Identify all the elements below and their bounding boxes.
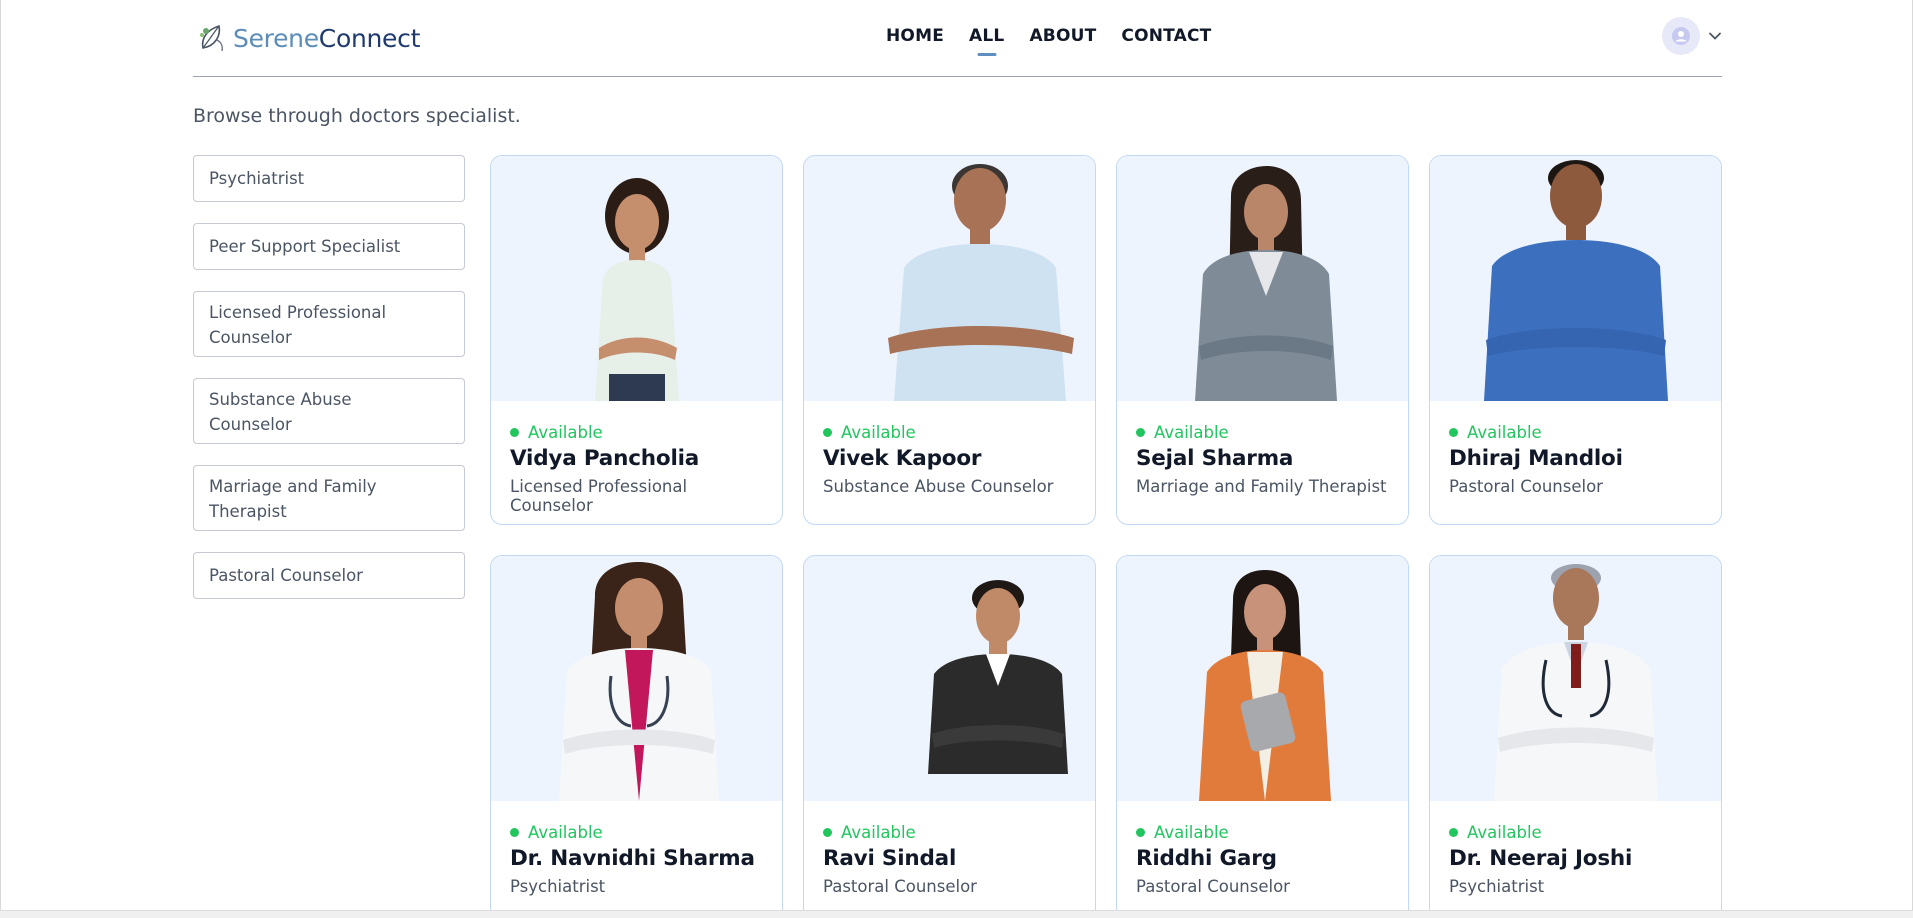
status-label: Available xyxy=(528,423,603,442)
site-logo[interactable]: SereneConnect xyxy=(197,22,420,54)
user-avatar-icon[interactable] xyxy=(1662,17,1700,55)
availability-status: Available xyxy=(823,823,1076,842)
status-dot-icon xyxy=(1136,828,1145,837)
brand-name-part2: Connect xyxy=(318,23,421,53)
doctor-photo xyxy=(804,156,1095,401)
status-label: Available xyxy=(1154,823,1229,842)
nav-about[interactable]: ABOUT xyxy=(1029,26,1096,46)
doctor-speciality: Substance Abuse Counselor xyxy=(823,477,1054,496)
status-label: Available xyxy=(841,823,916,842)
doctor-name: Dr. Neeraj Joshi xyxy=(1449,846,1633,871)
speciality-filters: Psychiatrist Peer Support Specialist Lic… xyxy=(193,155,465,620)
doctor-speciality: Pastoral Counselor xyxy=(823,877,977,896)
filter-pastoral-counselor[interactable]: Pastoral Counselor xyxy=(193,552,465,599)
doctor-speciality: Marriage and Family Therapist xyxy=(1136,477,1387,496)
doctor-name: Vidya Pancholia xyxy=(510,446,700,471)
status-label: Available xyxy=(1154,423,1229,442)
main-nav: HOME ALL ABOUT CONTACT xyxy=(886,26,1211,46)
doctor-card[interactable]: Available Vivek Kapoor Substance Abuse C… xyxy=(803,155,1096,525)
top-navbar: SereneConnect HOME ALL ABOUT CONTACT xyxy=(193,0,1722,77)
status-dot-icon xyxy=(1449,828,1458,837)
status-dot-icon xyxy=(823,428,832,437)
status-dot-icon xyxy=(823,828,832,837)
status-label: Available xyxy=(1467,423,1542,442)
doctor-photo xyxy=(491,556,782,801)
doctor-name: Vivek Kapoor xyxy=(823,446,982,471)
status-label: Available xyxy=(841,423,916,442)
doctor-card[interactable]: Available Ravi Sindal Pastoral Counselor xyxy=(803,555,1096,918)
doctor-card[interactable]: Available Dr. Neeraj Joshi Psychiatrist xyxy=(1429,555,1722,918)
brand-name-part1: Serene xyxy=(233,23,319,53)
doctor-name: Riddhi Garg xyxy=(1136,846,1277,871)
doctor-name: Sejal Sharma xyxy=(1136,446,1294,471)
nav-home[interactable]: HOME xyxy=(886,26,944,46)
brand-name: SereneConnect xyxy=(233,24,420,53)
doctor-name: Dhiraj Mandloi xyxy=(1449,446,1623,471)
status-label: Available xyxy=(528,823,603,842)
availability-status: Available xyxy=(1136,823,1389,842)
doctor-card[interactable]: Available Dhiraj Mandloi Pastoral Counse… xyxy=(1429,155,1722,525)
availability-status: Available xyxy=(510,423,763,442)
availability-status: Available xyxy=(1449,823,1702,842)
doctor-name: Ravi Sindal xyxy=(823,846,957,871)
doctor-speciality: Psychiatrist xyxy=(1449,877,1545,896)
filter-psychiatrist[interactable]: Psychiatrist xyxy=(193,155,465,202)
doctor-photo xyxy=(1117,156,1408,401)
doctor-speciality: Pastoral Counselor xyxy=(1449,477,1603,496)
availability-status: Available xyxy=(1136,423,1389,442)
filter-licensed-professional-counselor[interactable]: Licensed Professional Counselor xyxy=(193,291,465,357)
doctor-photo xyxy=(1117,556,1408,801)
status-dot-icon xyxy=(1136,428,1145,437)
doctor-card[interactable]: Available Sejal Sharma Marriage and Fami… xyxy=(1116,155,1409,525)
doctor-card[interactable]: Available Vidya Pancholia Licensed Profe… xyxy=(490,155,783,525)
status-dot-icon xyxy=(1449,428,1458,437)
availability-status: Available xyxy=(510,823,763,842)
page-subtitle: Browse through doctors specialist. xyxy=(193,105,521,127)
doctors-grid: Available Vidya Pancholia Licensed Profe… xyxy=(490,155,1722,918)
status-dot-icon xyxy=(510,428,519,437)
availability-status: Available xyxy=(823,423,1076,442)
window-bottom-edge xyxy=(0,910,1913,918)
nav-contact[interactable]: CONTACT xyxy=(1121,26,1211,46)
doctor-photo xyxy=(804,556,1095,801)
doctor-card[interactable]: Available Dr. Navnidhi Sharma Psychiatri… xyxy=(490,555,783,918)
doctor-photo xyxy=(1430,156,1721,401)
status-dot-icon xyxy=(510,828,519,837)
doctor-speciality: Licensed Professional Counselor xyxy=(510,477,688,515)
doctor-photo xyxy=(1430,556,1721,801)
leaf-logo-icon xyxy=(200,24,223,52)
status-label: Available xyxy=(1467,823,1542,842)
profile-menu[interactable] xyxy=(1662,17,1722,55)
availability-status: Available xyxy=(1449,423,1702,442)
doctor-card[interactable]: Available Riddhi Garg Pastoral Counselor xyxy=(1116,555,1409,918)
filter-marriage-family-therapist[interactable]: Marriage and Family Therapist xyxy=(193,465,465,531)
chevron-down-icon[interactable] xyxy=(1708,29,1722,43)
nav-all[interactable]: ALL xyxy=(969,26,1004,46)
filter-substance-abuse-counselor[interactable]: Substance Abuse Counselor xyxy=(193,378,465,444)
doctor-name: Dr. Navnidhi Sharma xyxy=(510,846,755,871)
doctor-speciality: Psychiatrist xyxy=(510,877,606,896)
doctor-photo xyxy=(491,156,782,401)
filter-peer-support-specialist[interactable]: Peer Support Specialist xyxy=(193,223,465,270)
doctor-speciality: Pastoral Counselor xyxy=(1136,877,1290,896)
